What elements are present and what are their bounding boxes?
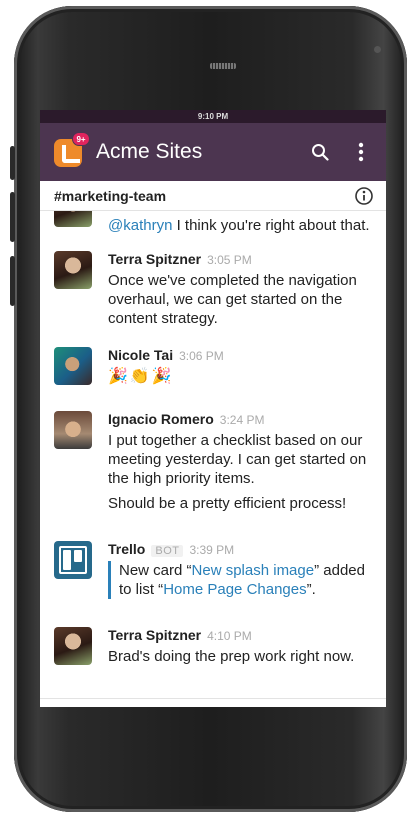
status-bar: 9:10 PM	[40, 110, 386, 123]
message-text-followup: Should be a pretty efficient process!	[108, 495, 347, 512]
channel-bar: #marketing-team	[40, 181, 386, 211]
speaker-grille	[210, 63, 236, 69]
timestamp: 3:05 PM	[207, 253, 252, 267]
timestamp: 3:24 PM	[219, 413, 265, 427]
mention-link[interactable]: @kathryn	[108, 217, 172, 234]
avatar[interactable]	[54, 411, 92, 449]
phone-screen: 9:10 PM 9+ Acme Sites #marketing-team @k…	[40, 110, 386, 707]
front-camera	[374, 46, 381, 53]
message-text: @kathryn I think you're right about that…	[108, 216, 376, 235]
app-header: 9+ Acme Sites	[40, 123, 386, 181]
attachment-text-post: ”.	[306, 581, 316, 598]
message-text: I put together a checklist based on our …	[108, 432, 367, 487]
more-vert-icon[interactable]	[356, 141, 366, 163]
volume-button	[10, 146, 15, 180]
message-meta: Terra Spitzner 3:05 PM	[108, 251, 252, 267]
channel-name[interactable]: #marketing-team	[54, 188, 166, 204]
card-link[interactable]: New splash image	[192, 562, 315, 579]
list-link[interactable]: Home Page Changes	[163, 581, 306, 598]
attachment-text-pre: New card “	[119, 562, 192, 579]
author-name[interactable]: Terra Spitzner	[108, 627, 201, 643]
trello-frame	[59, 546, 87, 574]
author-name[interactable]: Nicole Tai	[108, 347, 173, 363]
timestamp: 3:39 PM	[189, 543, 235, 557]
message-meta: Ignacio Romero 3:24 PM	[108, 411, 265, 427]
divider	[40, 698, 386, 699]
author-name[interactable]: Trello	[108, 541, 145, 557]
attachment-text: New card “New splash image” added to lis…	[108, 561, 376, 599]
message-meta: Terra Spitzner 4:10 PM	[108, 627, 252, 643]
avatar[interactable]	[54, 251, 92, 289]
info-icon[interactable]	[354, 186, 374, 206]
avatar[interactable]	[54, 211, 92, 227]
notification-badge: 9+	[72, 132, 90, 146]
timestamp: 4:10 PM	[207, 629, 252, 643]
bot-badge: BOT	[151, 545, 184, 557]
message-text: Brad's doing the prep work right now.	[108, 648, 355, 665]
timestamp: 3:06 PM	[179, 349, 224, 363]
trello-icon[interactable]	[54, 541, 92, 579]
message-meta: Nicole Tai 3:06 PM	[108, 347, 224, 363]
avatar[interactable]	[54, 347, 92, 385]
emoji-message: 🎉👏🎉	[108, 368, 174, 385]
power-button	[10, 192, 15, 242]
message-list[interactable]: @kathryn I think you're right about that…	[40, 211, 386, 707]
app-title[interactable]: Acme Sites	[96, 140, 202, 164]
side-button	[10, 256, 15, 306]
message-text: Once we've completed the navigation over…	[108, 272, 357, 327]
message-meta: Trello BOT 3:39 PM	[108, 541, 234, 557]
avatar[interactable]	[54, 627, 92, 665]
message-text-body: I think you're right about that.	[172, 217, 370, 234]
author-name[interactable]: Terra Spitzner	[108, 251, 201, 267]
search-icon[interactable]	[311, 143, 329, 161]
author-name[interactable]: Ignacio Romero	[108, 411, 214, 427]
